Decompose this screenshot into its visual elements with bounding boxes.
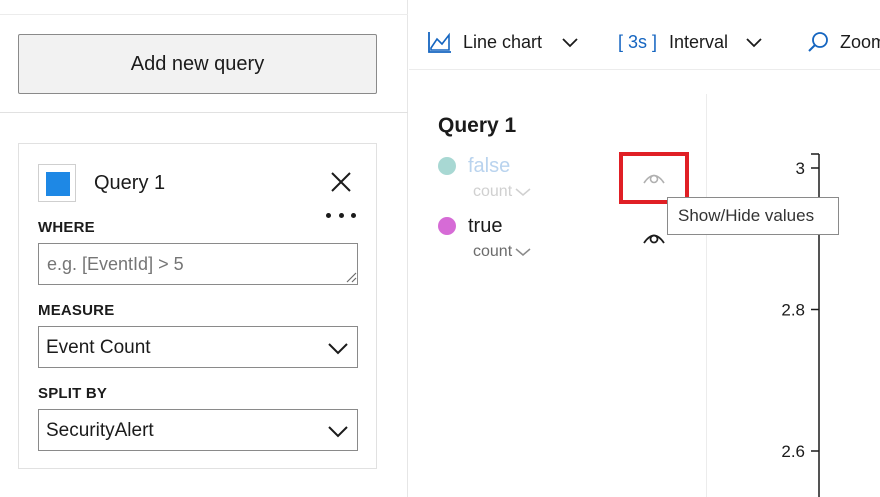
section-divider (0, 112, 408, 113)
chevron-down-icon (328, 343, 348, 355)
chevron-down-icon (562, 38, 578, 48)
query-card: Query 1 WHERE MEASURE Event Count SPLIT … (18, 143, 377, 469)
show-hide-values-true[interactable] (642, 228, 666, 251)
chart-type-dropdown[interactable]: Line chart (427, 28, 578, 56)
query-panel: Add new query Query 1 WHERE MEASURE Even… (0, 0, 408, 497)
chevron-down-icon (515, 188, 531, 196)
show-hide-values-false[interactable] (642, 168, 666, 191)
more-options-button[interactable] (326, 208, 356, 222)
y-tick-label: 2.8 (781, 301, 805, 320)
top-divider (0, 14, 408, 15)
zoom-label: Zoom (840, 31, 880, 52)
legend-series-false[interactable]: false (468, 155, 510, 178)
legend-dot-false (438, 157, 456, 175)
legend-dot-true (438, 217, 456, 235)
more-dot (351, 212, 356, 218)
legend-measure-false[interactable]: count (473, 183, 531, 201)
split-by-select[interactable]: SecurityAlert (38, 409, 358, 451)
y-tick-label: 3 (796, 159, 805, 178)
zoom-button[interactable]: Zoom (806, 28, 880, 56)
chevron-down-icon (746, 38, 762, 48)
chart-type-label: Line chart (463, 31, 543, 52)
legend-measure-label: count (473, 183, 513, 200)
where-label: WHERE (38, 219, 95, 236)
chart-separator (706, 94, 707, 497)
legend-series-true[interactable]: true (468, 215, 502, 238)
line-chart-icon (428, 32, 451, 53)
search-icon (808, 32, 828, 52)
query-color-picker[interactable] (38, 164, 76, 202)
split-by-value: SecurityAlert (46, 420, 154, 441)
chevron-down-icon (328, 426, 348, 438)
y-tick-label: 2.6 (781, 442, 805, 461)
measure-select[interactable]: Event Count (38, 326, 358, 368)
toolbar-divider (409, 69, 880, 70)
where-input[interactable] (38, 243, 358, 285)
legend-measure-label: count (473, 243, 513, 260)
close-query-button[interactable] (328, 169, 354, 195)
more-dot (326, 212, 331, 218)
interval-dropdown[interactable]: [ 3s ] Interval (618, 28, 762, 56)
legend-title: Query 1 (438, 114, 517, 137)
legend-measure-true[interactable]: count (473, 243, 531, 261)
interval-value: [ 3s ] (618, 31, 658, 52)
split-by-label: SPLIT BY (38, 385, 108, 402)
measure-label: MEASURE (38, 302, 115, 319)
chevron-down-icon (515, 248, 531, 256)
query-name: Query 1 (94, 172, 166, 194)
show-hide-tooltip: Show/Hide values (667, 197, 839, 235)
interval-label: Interval (669, 31, 729, 52)
chart-y-axis: 3 2.8 2.6 (781, 153, 820, 497)
add-new-query-button[interactable]: Add new query (18, 34, 377, 94)
query-color-swatch (46, 172, 70, 196)
more-dot (338, 212, 344, 218)
eye-icon (643, 174, 665, 184)
close-icon (331, 172, 351, 192)
eye-icon (643, 234, 665, 244)
measure-value: Event Count (46, 337, 151, 358)
